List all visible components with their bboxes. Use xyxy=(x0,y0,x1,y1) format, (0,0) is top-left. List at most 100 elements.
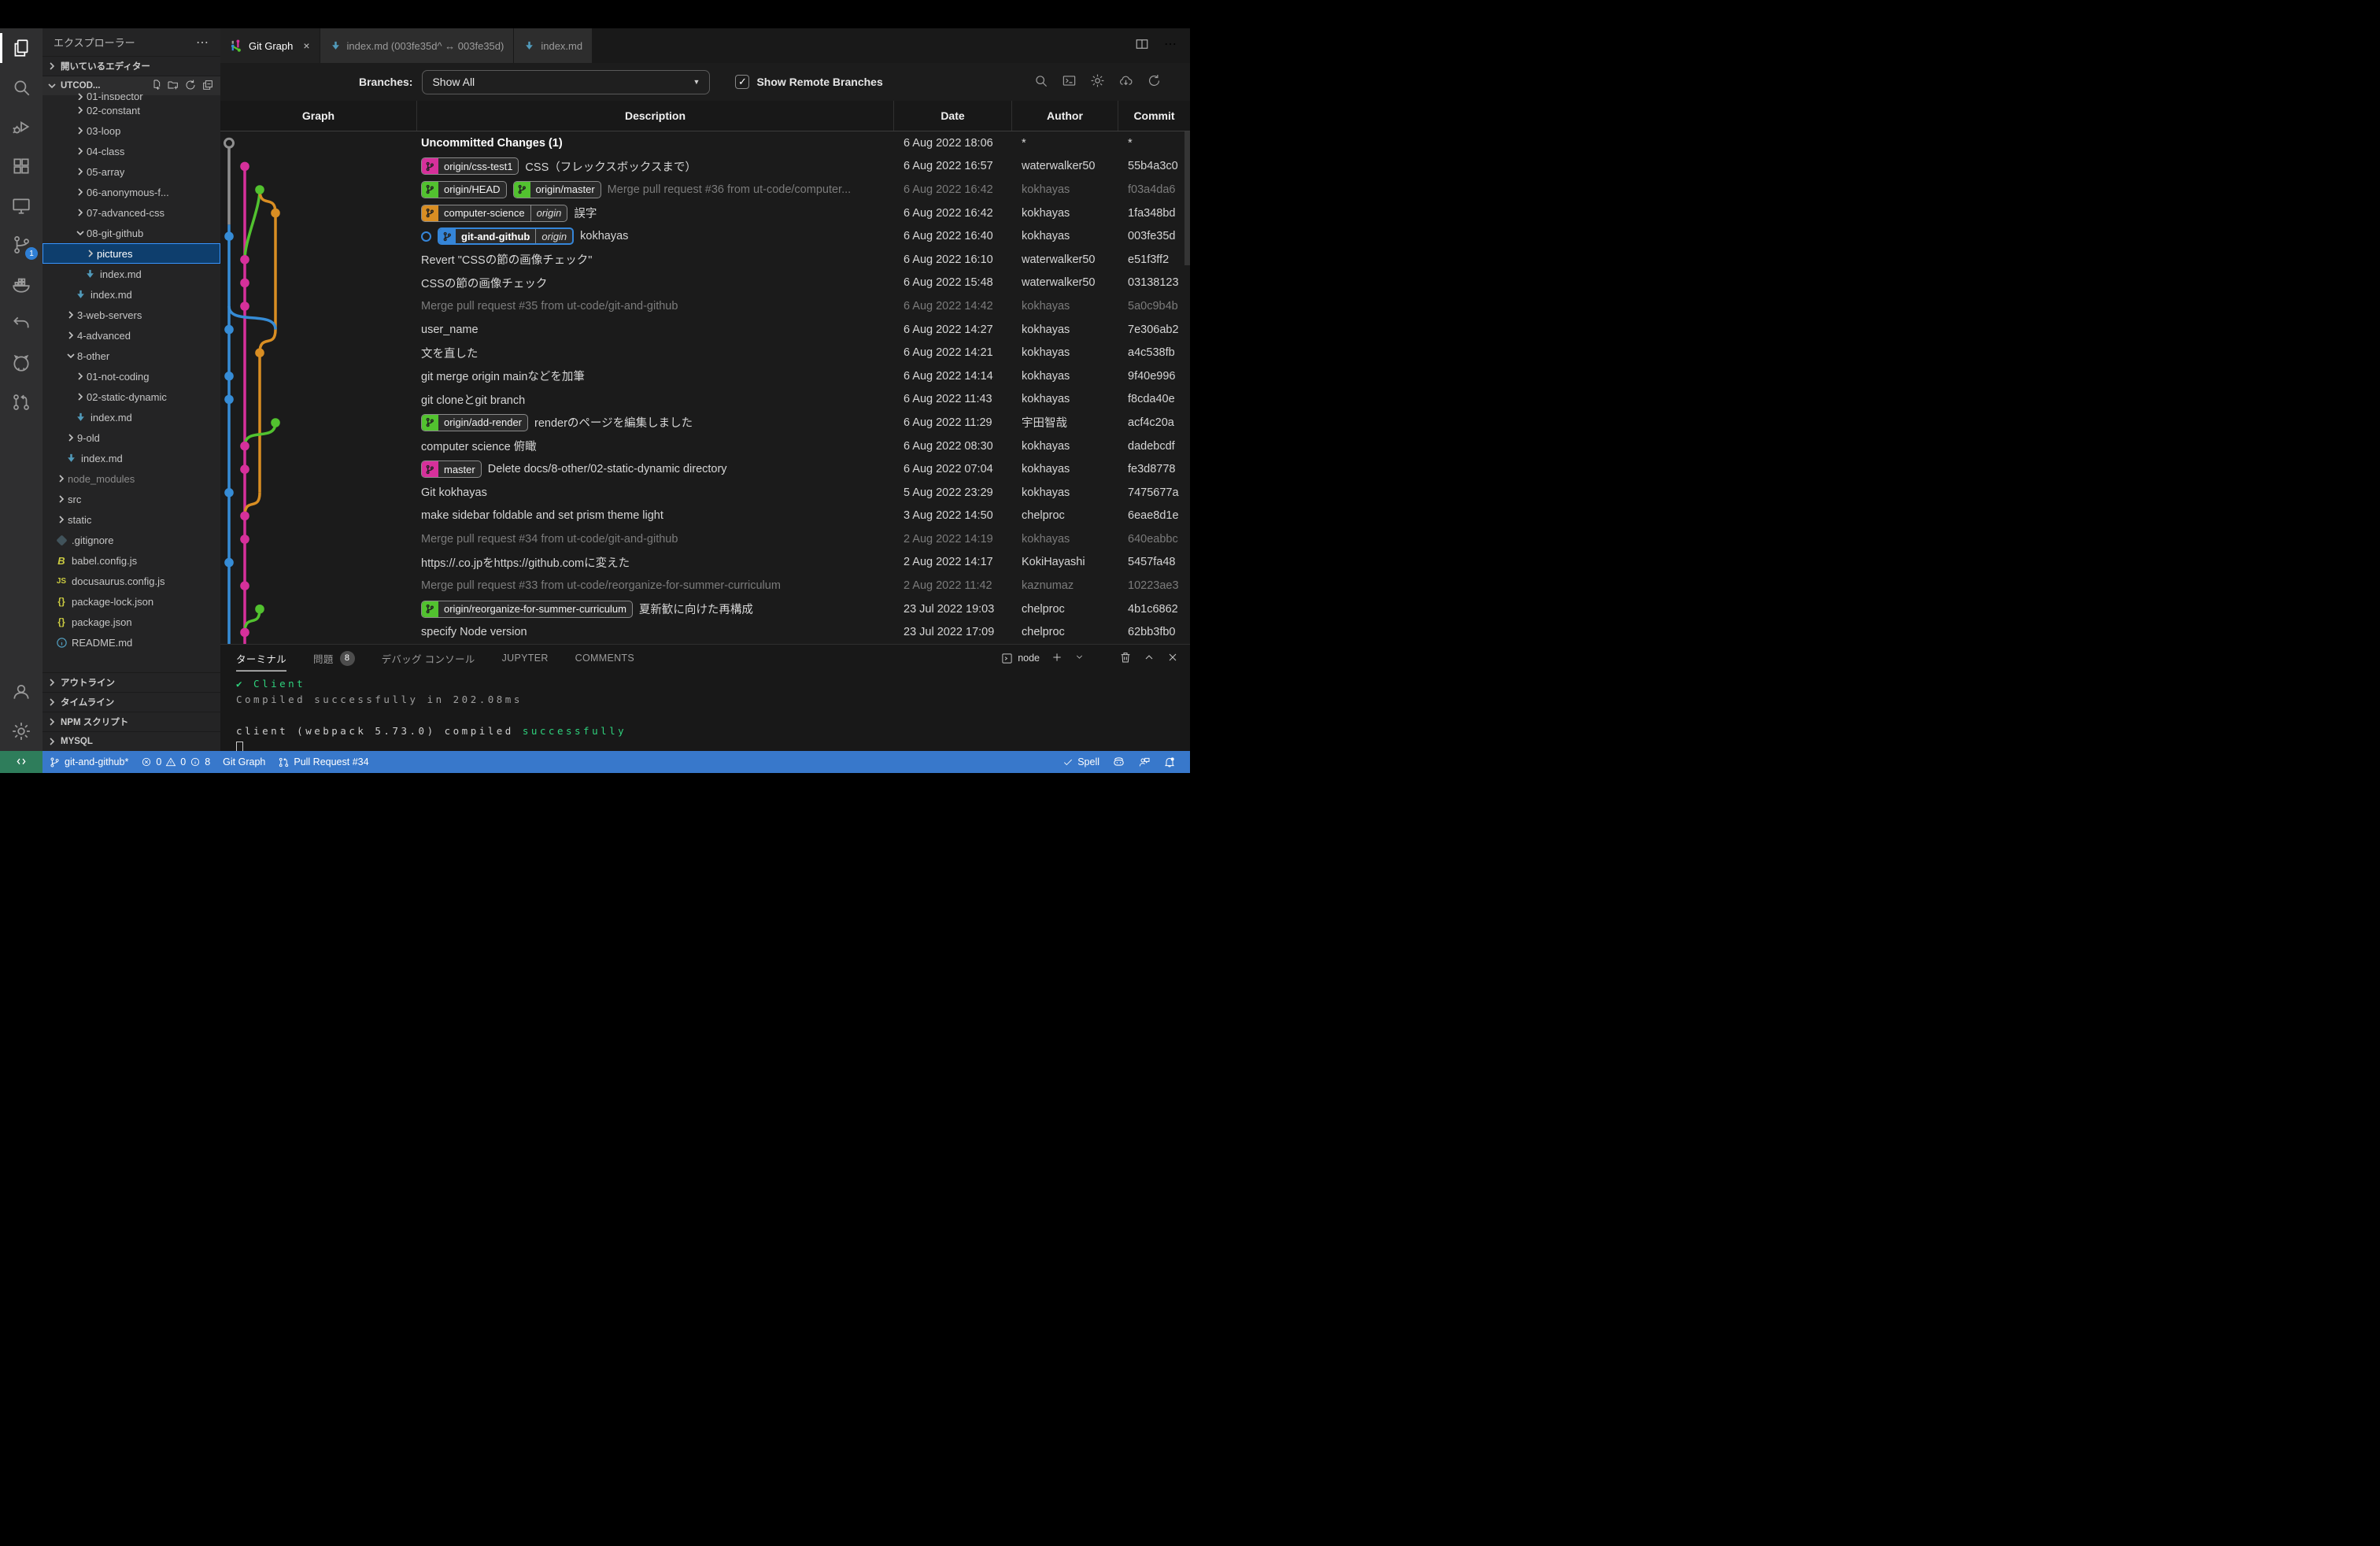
shell-picker[interactable]: node xyxy=(1001,653,1040,664)
tree-file-package-lock-json[interactable]: {}package-lock.json xyxy=(42,591,220,612)
tree-folder-pictures[interactable]: pictures xyxy=(42,243,220,264)
tab-index-md-2[interactable]: index.md xyxy=(514,28,593,63)
commit-row-4[interactable]: computer-scienceorigin誤字6 Aug 2022 16:42… xyxy=(220,202,1190,225)
tree-folder-05-array[interactable]: 05-array xyxy=(42,161,220,182)
panel-chevron-up-button[interactable] xyxy=(1143,651,1155,666)
commit-row-9[interactable]: user_name6 Aug 2022 14:27kokhayas7e306ab… xyxy=(220,318,1190,342)
branch-badge[interactable]: origin/reorganize-for-summer-curriculum xyxy=(421,601,633,618)
sidebar-section-アウトライン[interactable]: アウトライン xyxy=(42,672,220,692)
tree-folder-3-web-servers[interactable]: 3-web-servers xyxy=(42,305,220,325)
branch-badge[interactable]: origin/HEAD xyxy=(421,181,507,198)
commit-row-18[interactable]: Merge pull request #34 from ut-code/git-… xyxy=(220,527,1190,551)
split-editor-button[interactable] xyxy=(1135,37,1149,55)
column-header-description[interactable]: Description xyxy=(417,101,894,131)
branch-badge[interactable]: git-and-githuborigin xyxy=(438,227,574,245)
activitybar-item-search[interactable] xyxy=(0,68,42,107)
tree-file-index-md[interactable]: index.md xyxy=(42,448,220,468)
tree-folder-03-loop[interactable]: 03-loop xyxy=(42,120,220,141)
tree-file-docusaurus-config-js[interactable]: JSdocusaurus.config.js xyxy=(42,571,220,591)
branch-badge[interactable]: origin/master xyxy=(513,181,601,198)
tree-folder-04-class[interactable]: 04-class xyxy=(42,141,220,161)
commit-row-17[interactable]: make sidebar foldable and set prism them… xyxy=(220,505,1190,528)
commit-row-11[interactable]: git merge origin mainなどを加筆6 Aug 2022 14:… xyxy=(220,364,1190,388)
branch-badge[interactable]: origin/add-render xyxy=(421,414,528,431)
search-button[interactable] xyxy=(1033,73,1048,91)
activitybar-item-remote-explorer[interactable] xyxy=(0,186,42,225)
terminal-output[interactable]: ✔ Client Compiled successfully in 202.08… xyxy=(220,671,1190,755)
commit-row-20[interactable]: Merge pull request #33 from ut-code/reor… xyxy=(220,574,1190,597)
activitybar-item-source-control[interactable]: 1 xyxy=(0,225,42,264)
commit-row-16[interactable]: Git kokhayas5 Aug 2022 23:29kokhayas7475… xyxy=(220,481,1190,505)
commit-row-15[interactable]: masterDelete docs/8-other/02-static-dyna… xyxy=(220,457,1190,481)
commit-row-10[interactable]: 文を直した6 Aug 2022 14:21kokhayasa4c538fb xyxy=(220,341,1190,364)
activitybar-item-account[interactable] xyxy=(0,672,42,712)
tree-folder-8-other[interactable]: 8-other xyxy=(42,346,220,366)
activitybar-item-settings[interactable] xyxy=(0,712,42,751)
status-notifications[interactable] xyxy=(1157,751,1182,773)
panel-tab-comments[interactable]: COMMENTS xyxy=(575,645,634,671)
activitybar-item-docker[interactable] xyxy=(0,264,42,304)
refresh-button[interactable] xyxy=(1147,73,1162,91)
tree-folder-node-modules[interactable]: node_modules xyxy=(42,468,220,489)
column-header-date[interactable]: Date xyxy=(894,101,1012,131)
tree-file-index-md[interactable]: index.md xyxy=(42,284,220,305)
commit-row-6[interactable]: Revert "CSSの節の画像チェック"6 Aug 2022 16:10wat… xyxy=(220,248,1190,272)
activitybar-item-pull-request[interactable] xyxy=(0,383,42,422)
tree-folder-01-not-coding[interactable]: 01-not-coding xyxy=(42,366,220,386)
vertical-scrollbar[interactable] xyxy=(1184,131,1190,265)
commit-row-12[interactable]: git cloneとgit branch6 Aug 2022 11:43kokh… xyxy=(220,388,1190,412)
commit-row-7[interactable]: CSSの節の画像チェック6 Aug 2022 15:48waterwalker5… xyxy=(220,272,1190,295)
column-header-graph[interactable]: Graph xyxy=(220,101,417,131)
panel-split-button[interactable] xyxy=(1096,651,1108,666)
commit-row-13[interactable]: origin/add-renderrenderのページを編集しました6 Aug … xyxy=(220,411,1190,435)
commit-row-2[interactable]: origin/css-test1CSS（フレックスボックスまで）6 Aug 20… xyxy=(220,155,1190,179)
tree-folder-static[interactable]: static xyxy=(42,509,220,530)
panel-tab-ターミナル[interactable]: ターミナル xyxy=(236,645,286,671)
tree-file-index-md[interactable]: index.md xyxy=(42,264,220,284)
tree-folder-02-static-dynamic[interactable]: 02-static-dynamic xyxy=(42,386,220,407)
branch-badge[interactable]: origin/css-test1 xyxy=(421,157,519,175)
explorer-more-icon[interactable]: ⋯ xyxy=(196,35,209,50)
tree-file-readme-md[interactable]: README.md xyxy=(42,632,220,653)
panel-plus-button[interactable] xyxy=(1051,651,1063,666)
sidebar-section-npm-スクリプト[interactable]: NPM スクリプト xyxy=(42,712,220,731)
tree-file-index-md[interactable]: index.md xyxy=(42,407,220,427)
cloud-download-button[interactable] xyxy=(1118,73,1133,91)
status-branch[interactable]: git-and-github* xyxy=(42,751,135,773)
panel-tab-問題[interactable]: 問題8 xyxy=(313,645,355,671)
branch-badge[interactable]: computer-scienceorigin xyxy=(421,205,567,222)
tab-git-graph[interactable]: Git Graph× xyxy=(220,28,320,63)
column-header-commit[interactable]: Commit xyxy=(1118,101,1190,131)
activitybar-item-explorer[interactable] xyxy=(0,28,42,68)
panel-tab-デバッグ-コンソール[interactable]: デバッグ コンソール xyxy=(382,645,475,671)
tree-folder-9-old[interactable]: 9-old xyxy=(42,427,220,448)
activitybar-item-undo[interactable] xyxy=(0,304,42,343)
tree-folder-4-advanced[interactable]: 4-advanced xyxy=(42,325,220,346)
sidebar-section-mysql[interactable]: MYSQL xyxy=(42,731,220,751)
panel-tab-jupyter[interactable]: JUPYTER xyxy=(502,645,549,671)
activitybar-item-extensions[interactable] xyxy=(0,146,42,186)
status-pull-request[interactable]: Pull Request #34 xyxy=(272,751,375,773)
tree-folder-02-constant[interactable]: 02-constant xyxy=(42,100,220,120)
commit-row-1[interactable]: Uncommitted Changes (1)6 Aug 2022 18:06*… xyxy=(220,131,1190,155)
commit-row-8[interactable]: Merge pull request #35 from ut-code/git-… xyxy=(220,294,1190,318)
show-remote-branches-checkbox[interactable]: ✓ xyxy=(735,75,749,89)
status-copilot[interactable] xyxy=(1106,751,1132,773)
tree-folder-07-advanced-css[interactable]: 07-advanced-css xyxy=(42,202,220,223)
sidebar-section-タイムライン[interactable]: タイムライン xyxy=(42,692,220,712)
gear-button[interactable] xyxy=(1090,73,1105,91)
commit-row-14[interactable]: computer science 俯瞰6 Aug 2022 08:30kokha… xyxy=(220,435,1190,458)
tree-folder-01-inspector[interactable]: 01-inspector xyxy=(42,91,220,100)
editor-more-button[interactable] xyxy=(1163,37,1177,55)
activitybar-item-run-debug[interactable] xyxy=(0,107,42,146)
tree-file-package-json[interactable]: {}package.json xyxy=(42,612,220,632)
tree-folder-06-anonymous-f-[interactable]: 06-anonymous-f... xyxy=(42,182,220,202)
commit-row-21[interactable]: origin/reorganize-for-summer-curriculum夏… xyxy=(220,597,1190,621)
panel-chevron-down-button[interactable] xyxy=(1074,652,1085,664)
panel-close-button[interactable] xyxy=(1166,651,1179,666)
commit-row-22[interactable]: specify Node version23 Jul 2022 17:09che… xyxy=(220,620,1190,644)
tree-folder-08-git-github[interactable]: 08-git-github xyxy=(42,223,220,243)
close-icon[interactable]: × xyxy=(303,39,309,52)
commit-row-5[interactable]: git-and-githuboriginkokhayas6 Aug 2022 1… xyxy=(220,224,1190,248)
tree-folder-src[interactable]: src xyxy=(42,489,220,509)
